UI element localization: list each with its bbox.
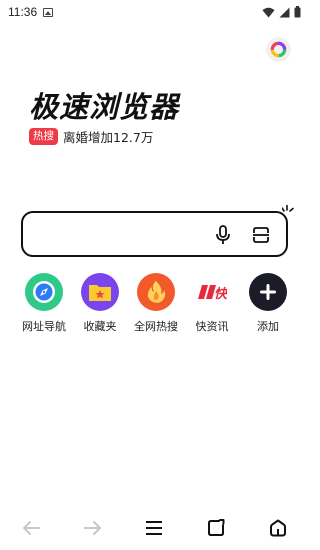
scan-button[interactable] (250, 224, 272, 246)
image-notification-icon (43, 7, 54, 17)
compass-icon (25, 273, 63, 311)
home-button[interactable] (263, 513, 293, 543)
shortcut-kuai-news[interactable]: 快 快资讯 (184, 273, 240, 334)
plus-icon (249, 273, 287, 311)
back-button[interactable] (16, 513, 46, 543)
cell-signal-icon (279, 7, 290, 17)
battery-icon (294, 6, 301, 18)
status-time: 11:36 (8, 5, 38, 19)
shortcut-label: 收藏夹 (83, 320, 117, 333)
shortcut-label: 全网热搜 (134, 320, 178, 333)
profile-button[interactable] (266, 37, 291, 62)
tabs-button[interactable] (201, 513, 231, 543)
shortcut-label: 网址导航 (22, 320, 66, 333)
kuai-news-icon: 快 (193, 273, 231, 311)
shortcut-add[interactable]: 添加 (240, 273, 296, 334)
arrow-right-icon (83, 521, 101, 535)
status-bar: 11:36 (0, 0, 309, 24)
shortcut-label: 添加 (257, 320, 279, 333)
shortcut-label: 快资讯 (195, 320, 229, 333)
home-icon (270, 519, 287, 537)
bottom-nav (0, 510, 309, 546)
voice-search-button[interactable] (212, 224, 234, 246)
svg-text:快: 快 (214, 286, 227, 302)
status-right (262, 6, 301, 18)
flame-icon (137, 273, 175, 311)
shortcut-hot-search[interactable]: 全网热搜 (128, 273, 184, 334)
microphone-icon (216, 225, 230, 244)
tabs-icon (208, 519, 225, 536)
wifi-icon (262, 7, 275, 17)
colorful-ring-icon (270, 41, 287, 58)
shortcut-favorites[interactable]: 收藏夹 (72, 273, 128, 334)
status-left: 11:36 (8, 5, 54, 19)
hot-search-badge: 热搜 (29, 128, 58, 145)
brand-title: 极速浏览器 (29, 90, 180, 124)
shortcut-grid: 网址导航 收藏夹 全网热搜 快 快资讯 添加 (16, 273, 296, 334)
menu-icon (146, 521, 163, 535)
hot-search-row[interactable]: 热搜 离婚增加12.7万 (29, 127, 153, 146)
star-folder-icon (81, 273, 119, 311)
sparkle-icon (282, 204, 294, 212)
scan-icon (253, 227, 269, 243)
search-input[interactable] (21, 211, 288, 257)
forward-button[interactable] (78, 513, 108, 543)
shortcut-navigation[interactable]: 网址导航 (16, 273, 72, 334)
arrow-left-icon (22, 521, 40, 535)
menu-button[interactable] (139, 513, 169, 543)
hot-search-text[interactable]: 离婚增加12.7万 (63, 127, 153, 146)
